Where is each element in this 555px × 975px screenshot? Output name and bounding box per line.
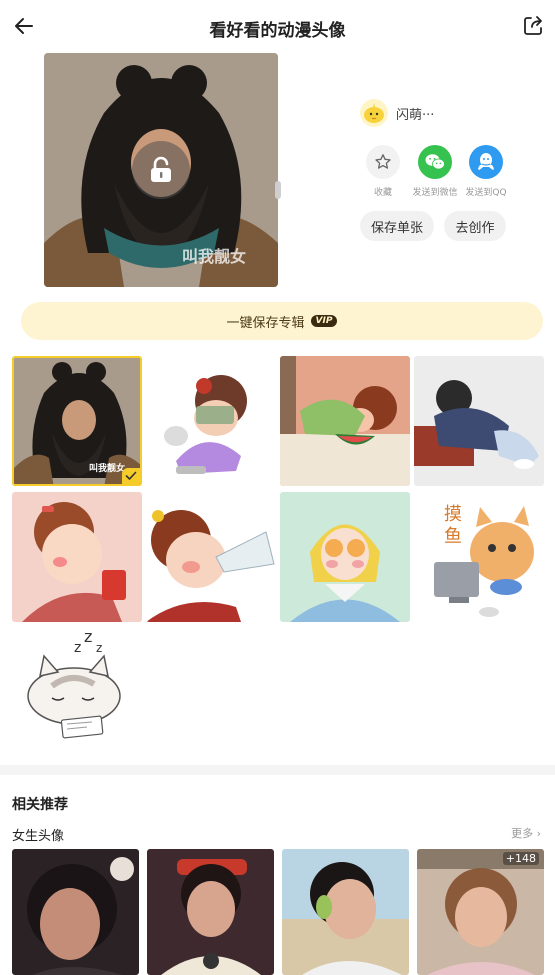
related-item-3[interactable]: [282, 849, 409, 975]
related-item-2[interactable]: [147, 849, 274, 975]
vip-badge: VIP: [310, 315, 338, 327]
mo-character: 摸: [444, 504, 462, 525]
star-icon: [375, 154, 391, 169]
girl-photo-2: [147, 849, 274, 975]
count-badge: +148: [502, 852, 539, 865]
carousel-peek: [275, 181, 281, 199]
send-qq-button[interactable]: [469, 145, 503, 179]
favorite-action[interactable]: 收藏: [357, 145, 409, 198]
girl-rosy-cheeks-thumb: [12, 492, 142, 622]
chevron-right-icon: ›: [536, 827, 541, 840]
top-bar: 看好看的动漫头像: [0, 0, 555, 54]
send-wechat-action[interactable]: 发送到微信: [409, 145, 461, 198]
create-button[interactable]: 去创作: [444, 211, 506, 241]
cat-at-computer-thumb: 摸 鱼: [414, 492, 544, 622]
action-group: 收藏 发送到微信 发送到QQ: [360, 145, 510, 201]
share-button[interactable]: [519, 12, 547, 40]
grid-item-cat-at-computer[interactable]: 摸 鱼: [414, 492, 544, 622]
save-album-label: 一键保存专辑: [226, 315, 305, 331]
grid-item-girl-eating-watermelon[interactable]: [280, 356, 410, 486]
preview-image[interactable]: 叫我靓女: [44, 53, 278, 287]
girl-photo-1: [12, 849, 139, 975]
wechat-icon: [425, 154, 445, 170]
favorite-button[interactable]: [366, 145, 400, 179]
grid-item-girl-yellow-headscarf[interactable]: [280, 492, 410, 622]
favorite-label: 收藏: [373, 188, 392, 198]
author-info[interactable]: 闪萌···: [360, 99, 434, 127]
selected-check: [122, 468, 140, 484]
girl-lying-on-table-thumb: [414, 356, 544, 486]
more-label: 更多: [511, 827, 534, 840]
more-link[interactable]: 更多 ›: [511, 825, 541, 841]
girl-money-glasses-thumb: [146, 356, 276, 486]
girl-photo-3: [282, 849, 409, 975]
related-item-4[interactable]: +148: [417, 849, 544, 975]
author-name: 闪萌···: [396, 107, 435, 123]
share-icon: [524, 16, 542, 35]
yu-character: 鱼: [444, 526, 462, 547]
qq-icon: [478, 153, 494, 170]
send-wechat-button[interactable]: [418, 145, 452, 179]
grid-item-watermark: 叫我靓女: [88, 464, 125, 474]
watermark-text: 叫我靓女: [181, 247, 246, 266]
girl-eating-watermelon-thumb: [280, 356, 410, 486]
grid-item-cat-sleeping[interactable]: z z z: [12, 626, 142, 756]
save-single-button[interactable]: 保存单张: [360, 211, 434, 241]
grid-item-girl-money-glasses[interactable]: [146, 356, 276, 486]
section-name: 女生头像: [12, 829, 65, 844]
lock-icon: [151, 156, 171, 182]
girl-yellow-headscarf-thumb: [280, 492, 410, 622]
grid-item-girl-lying-on-table[interactable]: [414, 356, 544, 486]
send-wechat-label: 发送到微信: [412, 188, 458, 198]
svg-text:z: z: [96, 641, 102, 655]
yellow-chick-avatar: [364, 103, 384, 123]
related-title-text: 相关推荐: [12, 797, 68, 813]
send-qq-action[interactable]: 发送到QQ: [460, 145, 512, 198]
author-avatar: [360, 99, 388, 127]
related-title: 相关推荐: [12, 794, 72, 815]
send-qq-label: 发送到QQ: [465, 188, 507, 198]
grid-item-girl-drinking-bottle[interactable]: [146, 492, 276, 622]
cat-sleeping-thumb: z z z: [12, 626, 142, 756]
girl-drinking-bottle-thumb: [146, 492, 276, 622]
save-album-button[interactable]: 一键保存专辑 VIP: [21, 302, 543, 340]
girl-photo-4: [417, 849, 544, 975]
section-divider: [0, 765, 555, 775]
svg-text:z: z: [84, 627, 92, 646]
check-icon: [125, 471, 137, 481]
grid-item-girl-rosy-cheeks[interactable]: [12, 492, 142, 622]
related-item-1[interactable]: [12, 849, 139, 975]
grid-item-bearded-warrior[interactable]: 叫我靓女: [12, 356, 142, 486]
lock-overlay: [132, 141, 190, 199]
page-title: 看好看的动漫头像: [209, 21, 346, 41]
zzz-text: z: [74, 640, 81, 656]
